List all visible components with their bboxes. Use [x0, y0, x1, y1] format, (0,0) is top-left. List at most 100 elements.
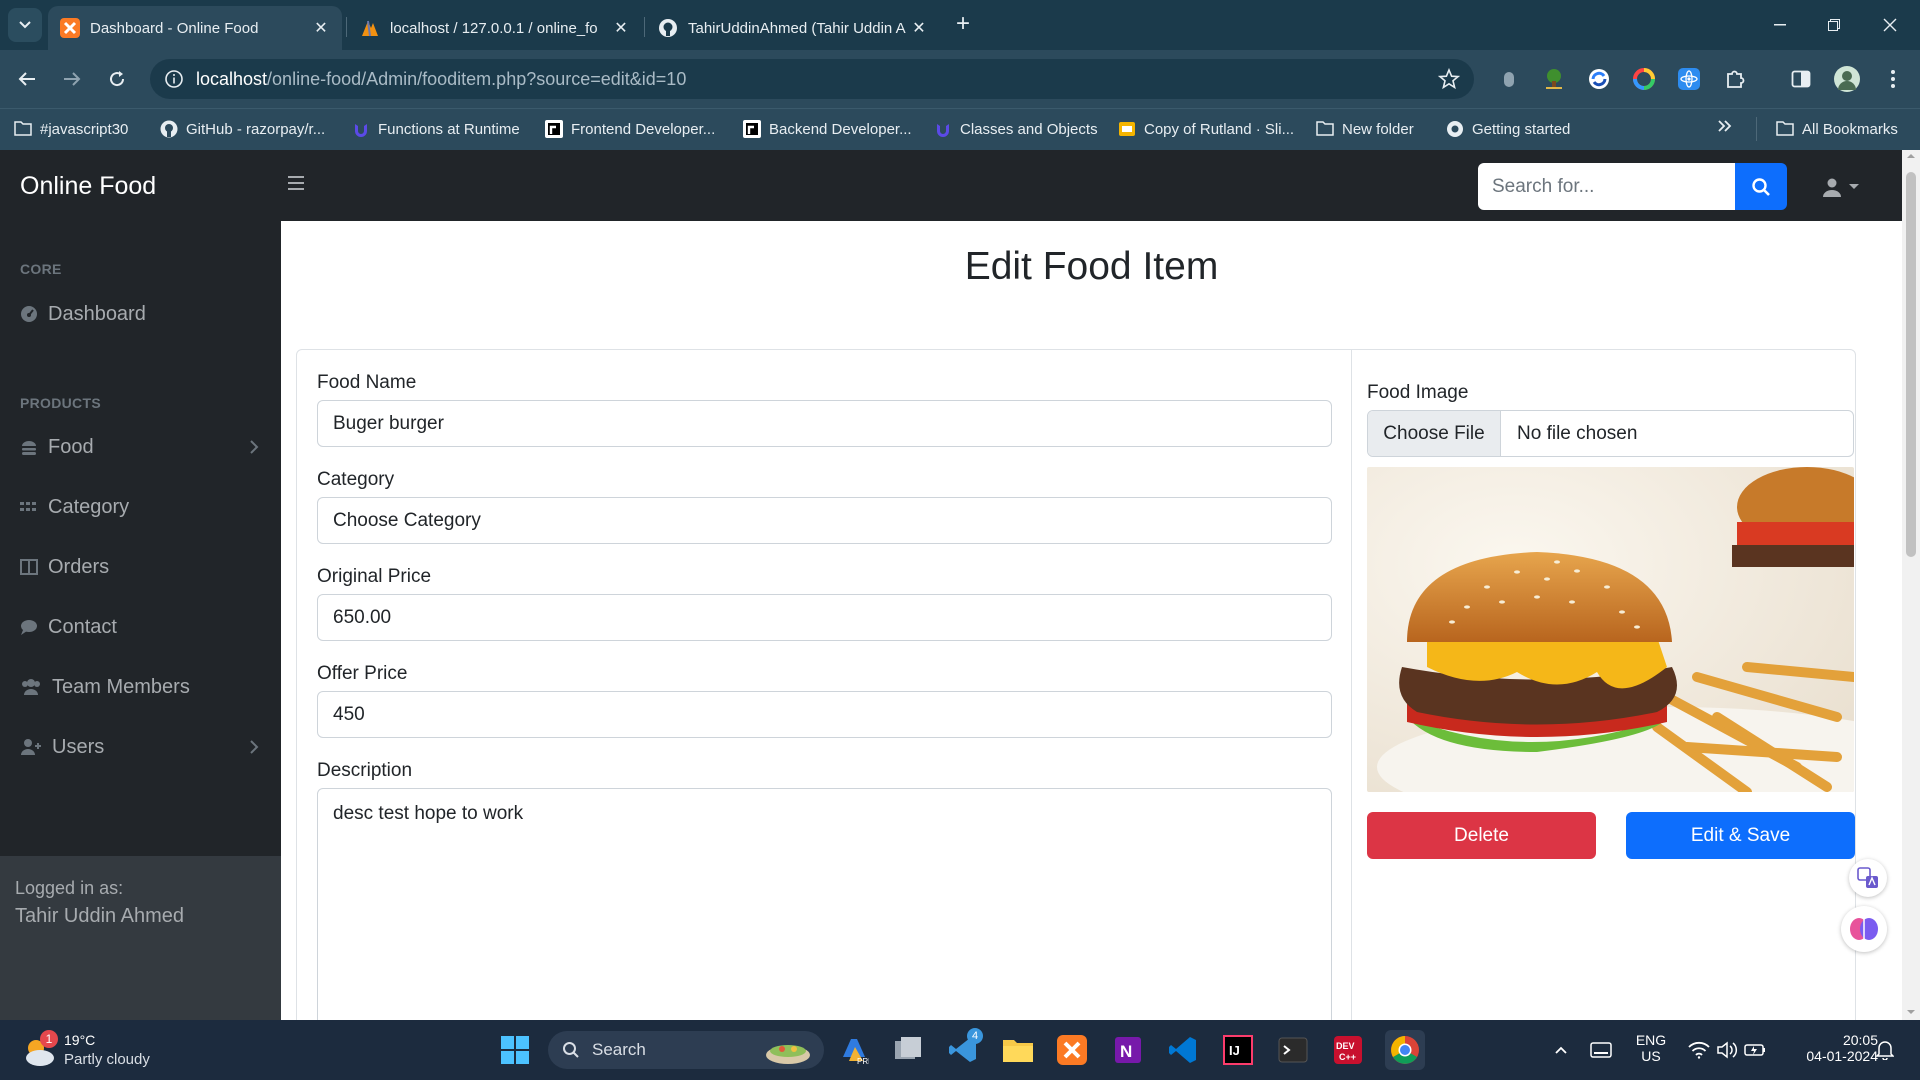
- sidebar-item-orders[interactable]: Orders: [20, 552, 265, 582]
- original-price-field[interactable]: 650.00: [317, 594, 1332, 641]
- taskbar-vscode-beta-app[interactable]: 4: [945, 1028, 983, 1068]
- github-icon: [160, 120, 178, 138]
- extensions-puzzle-icon[interactable]: [1722, 66, 1748, 92]
- category-label: Category: [317, 469, 395, 490]
- translate-icon[interactable]: [1849, 859, 1887, 897]
- bookmark-new-folder[interactable]: New folder: [1316, 120, 1414, 138]
- bookmark-javascript30[interactable]: #javascript30: [14, 120, 128, 138]
- taskbar-copilot-app[interactable]: PRE: [836, 1032, 872, 1068]
- restore-button[interactable]: [1806, 0, 1862, 50]
- profile-avatar-icon[interactable]: [1834, 66, 1860, 92]
- clock[interactable]: 20:05 04-01-2024: [1778, 1032, 1878, 1064]
- sidebar-item-contact[interactable]: Contact: [20, 612, 265, 642]
- taskbar-xampp-app[interactable]: [1054, 1032, 1090, 1068]
- bookmark-star-icon[interactable]: [1438, 68, 1460, 90]
- roadmap-icon: [545, 120, 563, 138]
- taskbar-vscode-app[interactable]: [1165, 1032, 1201, 1068]
- close-icon[interactable]: ✕: [312, 19, 330, 37]
- ai-brain-icon[interactable]: [1841, 906, 1887, 952]
- close-icon[interactable]: ✕: [612, 19, 630, 37]
- bookmark-copy-of-rutland[interactable]: Copy of Rutland · Sli...: [1118, 120, 1294, 138]
- tab-search-button[interactable]: [8, 8, 42, 42]
- bookmark-frontend-developer[interactable]: Frontend Developer...: [545, 120, 715, 138]
- bookmark-label: Classes and Objects: [960, 120, 1098, 138]
- weather-description: Partly cloudy: [64, 1051, 150, 1068]
- weather-widget[interactable]: 1 19°C Partly cloudy: [20, 1030, 170, 1072]
- taskbar-devcpp-app[interactable]: DEV C++: [1330, 1032, 1366, 1068]
- folder-icon: [14, 120, 32, 138]
- taskbar-search[interactable]: Search: [548, 1031, 824, 1069]
- brand-logo[interactable]: Online Food: [20, 172, 156, 201]
- choose-file-button[interactable]: Choose File: [1368, 411, 1501, 456]
- minimize-button[interactable]: [1752, 0, 1808, 50]
- caret-down-icon: [1849, 184, 1859, 189]
- url-path: /online-food/Admin/fooditem.php?source=e…: [267, 69, 687, 89]
- taskbar-terminal-app[interactable]: [1275, 1032, 1311, 1068]
- extension-tree-icon[interactable]: [1541, 66, 1567, 92]
- food-name-field[interactable]: Buger burger: [317, 400, 1332, 447]
- bookmark-backend-developer[interactable]: Backend Developer...: [743, 120, 912, 138]
- site-info-icon[interactable]: [164, 69, 184, 89]
- taskbar-chrome-app[interactable]: [1385, 1030, 1425, 1070]
- scrollbar-thumb[interactable]: [1906, 172, 1916, 557]
- extension-color-picker-icon[interactable]: [1631, 66, 1657, 92]
- more-menu-icon[interactable]: [1880, 66, 1906, 92]
- tab-github[interactable]: TahirUddinAhmed (Tahir Uddin A ✕: [646, 6, 940, 50]
- sidebar-item-dashboard[interactable]: Dashboard: [20, 299, 265, 329]
- side-panel-icon[interactable]: [1788, 66, 1814, 92]
- search-icon: [1752, 177, 1770, 196]
- taskbar-file-explorer-app[interactable]: [1000, 1032, 1036, 1068]
- user-dropdown[interactable]: [1822, 176, 1868, 198]
- taskbar-onenote-app[interactable]: N: [1110, 1032, 1146, 1068]
- url-text[interactable]: localhost/online-food/Admin/fooditem.php…: [196, 69, 686, 90]
- back-button[interactable]: [12, 64, 42, 94]
- close-window-button[interactable]: [1862, 0, 1918, 50]
- extension-sync-icon[interactable]: [1586, 66, 1612, 92]
- food-image-file-input[interactable]: Choose File No file chosen: [1367, 410, 1854, 457]
- bookmark-getting-started[interactable]: Getting started: [1446, 120, 1570, 138]
- bookmarks-overflow-icon[interactable]: [1718, 120, 1732, 132]
- bookmark-github-razorpay[interactable]: GitHub - razorpay/r...: [160, 120, 325, 138]
- notifications-bell-icon[interactable]: [1868, 1032, 1902, 1068]
- bookmark-classes-and-objects[interactable]: Classes and Objects: [934, 120, 1098, 138]
- bookmark-functions-at-runtime[interactable]: Functions at Runtime: [352, 120, 520, 138]
- windows-icon: [501, 1036, 529, 1064]
- extension-react-icon[interactable]: [1676, 66, 1702, 92]
- start-button[interactable]: [497, 1032, 533, 1068]
- extension-mouse-icon[interactable]: [1496, 66, 1522, 92]
- browser-toolbar: localhost/online-food/Admin/fooditem.php…: [0, 50, 1920, 108]
- language-indicator[interactable]: ENG US: [1628, 1032, 1674, 1064]
- edit-save-button[interactable]: Edit & Save: [1626, 812, 1855, 859]
- search-button[interactable]: [1735, 163, 1787, 210]
- clock-time: 20:05: [1842, 1032, 1878, 1048]
- forward-button[interactable]: [57, 64, 87, 94]
- sidebar-item-category[interactable]: Category: [20, 492, 265, 522]
- new-tab-button[interactable]: +: [950, 12, 976, 38]
- delete-button[interactable]: Delete: [1367, 812, 1596, 859]
- search-input[interactable]: [1478, 163, 1735, 210]
- tray-overflow-icon[interactable]: [1546, 1032, 1576, 1068]
- description-textarea[interactable]: desc test hope to work: [317, 788, 1332, 1020]
- battery-icon[interactable]: [1738, 1032, 1772, 1068]
- sidebar: CORE Dashboard PRODUCTS Food Category Or…: [0, 221, 281, 1020]
- sidebar-item-users[interactable]: Users: [20, 732, 265, 762]
- sidebar-item-team-members[interactable]: Team Members: [20, 672, 265, 702]
- all-bookmarks-folder[interactable]: All Bookmarks: [1776, 120, 1898, 138]
- sidebar-toggle-icon[interactable]: [288, 176, 310, 194]
- taskbar-intellij-app[interactable]: IJ: [1220, 1032, 1256, 1068]
- close-icon[interactable]: ✕: [910, 19, 928, 37]
- tab-phpmyadmin[interactable]: localhost / 127.0.0.1 / online_fo ✕: [348, 6, 642, 50]
- main-content: Edit Food Item Food Name Buger burger Ca…: [281, 221, 1902, 1020]
- reload-button[interactable]: [102, 64, 132, 94]
- bookmark-label: Backend Developer...: [769, 120, 912, 138]
- browser-tab-strip: Dashboard - Online Food ✕ localhost / 12…: [0, 0, 1920, 50]
- region-code: US: [1641, 1048, 1661, 1064]
- offer-price-field[interactable]: 450: [317, 691, 1332, 738]
- sidebar-item-food[interactable]: Food: [20, 432, 265, 462]
- tab-dashboard[interactable]: Dashboard - Online Food ✕: [48, 6, 342, 50]
- address-bar[interactable]: localhost/online-food/Admin/fooditem.php…: [150, 59, 1474, 99]
- category-select[interactable]: Choose Category: [317, 497, 1332, 544]
- keyboard-icon[interactable]: [1584, 1032, 1618, 1068]
- page-scrollbar[interactable]: [1902, 150, 1920, 1020]
- taskbar-files-app[interactable]: [890, 1032, 926, 1068]
